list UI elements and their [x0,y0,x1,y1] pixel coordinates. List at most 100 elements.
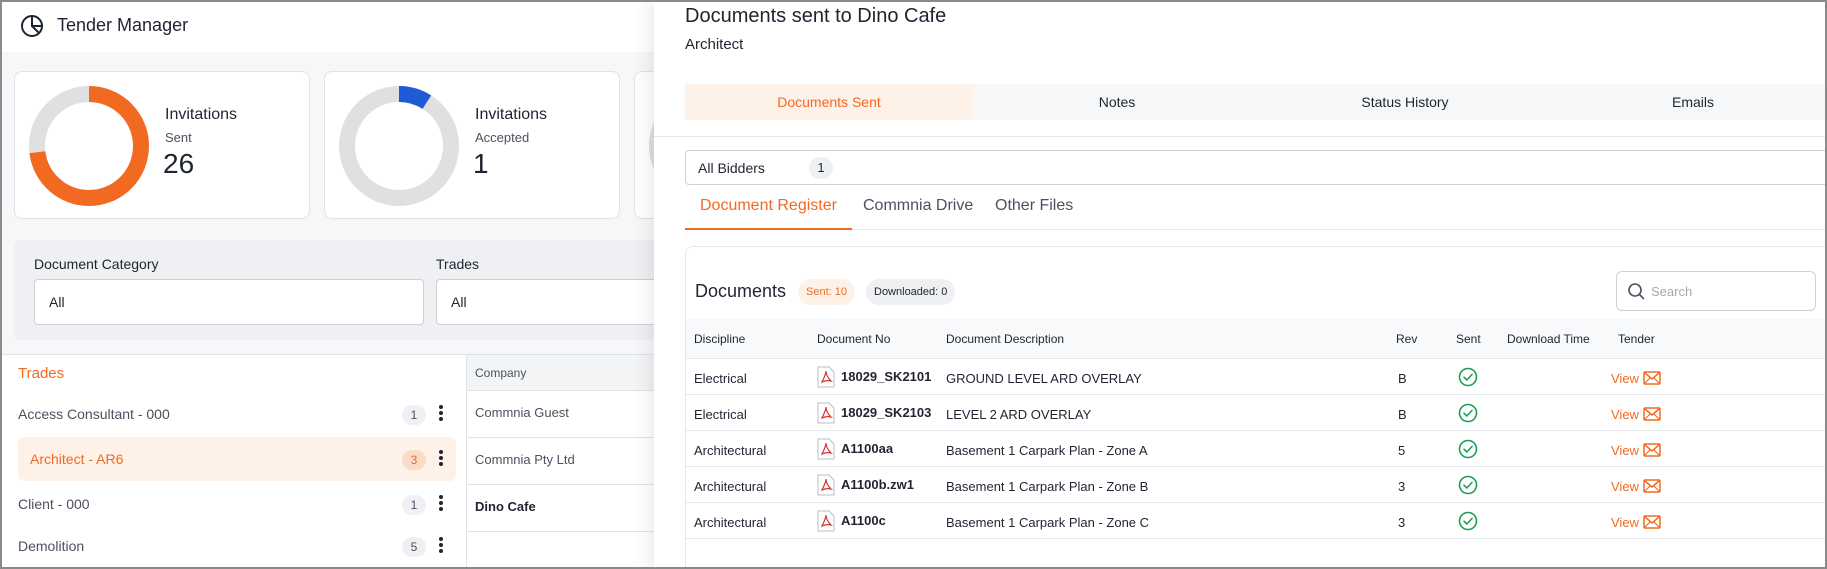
trade-count-badge: 1 [402,405,426,425]
cell-description: Basement 1 Carpark Plan - Zone B [946,479,1149,494]
subtab-commnia-drive[interactable]: Commnia Drive [848,194,988,230]
tab-notes[interactable]: Notes [973,84,1261,120]
cell-description: GROUND LEVEL ARD OVERLAY [946,371,1142,386]
cell-document-no[interactable]: A1100b.zw1 [841,477,914,492]
documents-title: Documents [695,281,787,301]
trade-item[interactable]: Access Consultant - 000 1 [18,392,456,436]
search-box[interactable] [1616,271,1816,311]
trade-count-badge: 5 [402,537,426,557]
cell-discipline: Architectural [694,479,767,494]
stat-card-invitations-accepted: Invitations Accepted 1 [324,71,620,219]
bidders-selector[interactable]: All Bidders 1 [685,150,1825,185]
trade-item[interactable]: Demolition 5 [18,524,456,567]
pdf-file-icon [817,366,835,388]
cell-rev: 3 [1398,479,1406,494]
company-column-header: Company [467,355,667,391]
mail-icon[interactable] [1643,443,1661,457]
cell-document-no[interactable]: A1100c [841,513,886,528]
view-link[interactable]: View [1611,371,1639,386]
view-link[interactable]: View [1611,407,1639,422]
more-vertical-icon[interactable] [438,536,444,554]
company-row-selected[interactable]: Dino Cafe [467,485,667,532]
stat-value: 1 [473,148,489,179]
document-category-label: Document Category [34,256,159,272]
trades-filter-label: Trades [436,256,480,272]
more-vertical-icon[interactable] [438,404,444,422]
cell-rev: 3 [1398,515,1406,530]
company-row[interactable]: Commnia Guest [467,391,667,438]
mail-icon[interactable] [1643,407,1661,421]
subtab-document-register[interactable]: Document Register [685,194,852,230]
cell-document-no[interactable]: 18029_SK2101 [841,369,931,384]
table-header: Discipline Document No Document Descript… [686,319,1825,359]
document-category-select[interactable]: All [34,279,424,325]
trade-item[interactable]: Client - 000 1 [18,482,456,526]
more-vertical-icon[interactable] [438,494,444,512]
tab-status-history[interactable]: Status History [1261,84,1549,120]
subtab-other-files[interactable]: Other Files [980,194,1088,230]
mail-icon[interactable] [1643,515,1661,529]
more-vertical-icon[interactable] [438,449,444,467]
donut-track [339,86,459,206]
trade-name: Client - 000 [18,496,90,512]
view-link[interactable]: View [1611,443,1639,458]
tab-emails[interactable]: Emails [1549,84,1825,120]
divider [654,136,1825,137]
documents-drawer: Documents sent to Dino Cafe Architect Do… [654,2,1825,567]
check-circle-icon [1458,439,1478,459]
table-row[interactable]: Architectural A1100aa Basement 1 Carpark P… [686,431,1825,467]
cell-document-no[interactable]: 18029_SK2103 [841,405,931,420]
table-row[interactable]: Electrical 18029_SK2101 GROUND LEVEL ARD O… [686,359,1825,395]
table-row[interactable]: Architectural A1100b.zw1 Basement 1 Carpar… [686,467,1825,503]
pdf-file-icon [817,474,835,496]
pie-chart-icon [21,15,43,37]
cell-discipline: Architectural [694,443,767,458]
trades-filter-select[interactable]: All [436,279,676,325]
col-rev[interactable]: Rev [1396,332,1417,346]
mail-icon[interactable] [1643,371,1661,385]
drawer-subtitle: Architect [685,36,744,53]
view-link[interactable]: View [1611,515,1639,530]
col-document-description[interactable]: Document Description [946,332,1064,346]
check-circle-icon [1458,475,1478,495]
table-row[interactable]: Electrical 18029_SK2103 LEVEL 2 ARD OVERLA… [686,395,1825,431]
table-row[interactable]: Architectural A1100c Basement 1 Carpark Pl… [686,503,1825,539]
company-name: Commnia Pty Ltd [475,452,575,467]
view-link[interactable]: View [1611,479,1639,494]
cell-discipline: Architectural [694,515,767,530]
donut-chart [339,86,459,206]
company-header-label: Company [475,366,527,380]
trade-count-badge: 1 [402,495,426,515]
tab-documents-sent[interactable]: Documents Sent [685,84,973,120]
filters-panel: Document Category All Trades All [14,240,676,340]
col-document-no[interactable]: Document No [817,332,890,346]
trades-title: Trades [18,365,65,382]
documents-card: Documents Sent: 10 Downloaded: 0 Discipl… [685,246,1825,567]
cell-document-no[interactable]: A1100aa [841,441,893,456]
col-discipline[interactable]: Discipline [694,332,745,346]
drawer-title: Documents sent to Dino Cafe [685,5,947,27]
cell-description: LEVEL 2 ARD OVERLAY [946,407,1092,422]
check-circle-icon [1458,403,1478,423]
pdf-file-icon [817,438,835,460]
bidders-label: All Bidders [698,160,765,176]
cell-discipline: Electrical [694,407,747,422]
cell-description: Basement 1 Carpark Plan - Zone C [946,515,1150,530]
col-sent[interactable]: Sent [1456,332,1481,346]
company-panel: Company Commnia Guest Commnia Pty Ltd Di… [466,354,667,567]
pdf-file-icon [817,402,835,424]
company-row[interactable]: Commnia Pty Ltd [467,438,667,485]
cell-rev: B [1398,371,1407,386]
mail-icon[interactable] [1643,479,1661,493]
donut-chart [29,86,149,206]
app-title: Tender Manager [57,15,189,35]
company-name: Commnia Guest [475,405,569,420]
check-circle-icon [1458,367,1478,387]
sent-count-badge: Sent: 10 [798,279,855,305]
tender-manager-app: Tender Manager Invitations Sent 26 Invit… [2,2,769,567]
col-download-time[interactable]: Download Time [1507,332,1590,346]
col-tender[interactable]: Tender [1618,332,1655,346]
search-input[interactable] [1651,281,1801,301]
stat-sublabel: Sent [165,130,192,145]
trade-item-active[interactable]: Architect - AR6 3 [18,437,456,481]
